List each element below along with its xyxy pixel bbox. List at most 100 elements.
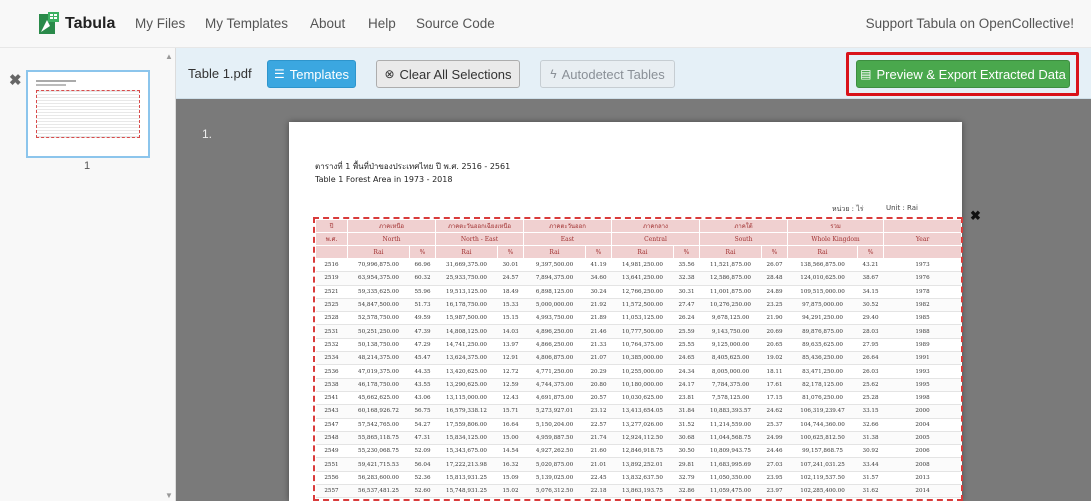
- brand-link[interactable]: Tabula: [38, 9, 115, 39]
- table-cell: 15,987,500.00: [435, 311, 498, 326]
- table-row: 2557 56,537,481.25 52.60 15,748,931.25 15.02…: [315, 484, 961, 499]
- table-cell: 6,898,125.00: [523, 285, 586, 299]
- table-cell: 2556: [315, 471, 348, 486]
- table-cell: 89,876,875.00: [787, 324, 858, 339]
- table-cell: 33.15: [857, 404, 884, 419]
- table-cell: 43.06: [409, 391, 436, 406]
- scroll-down-icon[interactable]: ▼: [165, 491, 173, 500]
- table-cell: 18.49: [497, 285, 524, 299]
- table-cell: 5,020,875.00: [523, 457, 586, 472]
- templates-button[interactable]: ☰ Templates: [267, 60, 356, 88]
- table-cell: 2541: [315, 391, 348, 406]
- table-cell: 15,813,931.25: [435, 471, 498, 486]
- pdf-page[interactable]: ตารางที่ 1 พื้นที่ป่าของประเทศไทย ปี พ.ศ…: [289, 122, 981, 501]
- table-cell: 102,119,537.50: [787, 471, 858, 486]
- table-cell: 20.69: [761, 324, 788, 339]
- table-cell: 12,924,112.50: [611, 431, 674, 446]
- table-cell: 15,748,931.25: [435, 484, 498, 499]
- table-cell: 15.09: [497, 471, 524, 486]
- document-viewer: 1. ตารางที่ 1 พื้นที่ป่าของประเทศไทย ปี …: [176, 99, 1091, 501]
- table-row: 2532 50,138,750.00 47.29 14,741,250.00 13.97…: [315, 338, 961, 353]
- table-cell: 29.81: [673, 457, 700, 472]
- thumbnail-preview: [32, 76, 144, 152]
- table-cell: 55.96: [409, 285, 436, 299]
- table-cell: 106,319,239.47: [787, 404, 858, 419]
- nav-support-opencollective[interactable]: Support Tabula on OpenCollective!: [866, 16, 1074, 31]
- table-cell: 21.60: [585, 444, 612, 459]
- table-cell: 13,624,375.00: [435, 351, 498, 366]
- page-number-label: 1.: [202, 127, 213, 141]
- nav-source-code[interactable]: Source Code: [416, 16, 495, 31]
- header-region: ภาคตะวันออก: [523, 219, 612, 233]
- clear-button-label: Clear All Selections: [399, 66, 512, 82]
- header-rai: Rai: [611, 245, 674, 259]
- table-cell: 12.91: [497, 351, 524, 366]
- table-cell: 15,834,125.00: [435, 431, 498, 446]
- table-cell: 25,933,750.00: [435, 271, 498, 286]
- table-cell: 102,285,400.00: [787, 484, 858, 499]
- header-blank: [883, 219, 961, 233]
- header-percent: %: [497, 245, 524, 259]
- table-row: 2547 57,542,765.00 54.27 17,559,806.00 16.64…: [315, 418, 961, 432]
- nav-my-templates[interactable]: My Templates: [205, 16, 288, 31]
- table-row: 2556 56,283,600.00 52.36 15,813,931.25 15.09…: [315, 471, 961, 486]
- table-cell: 1995: [883, 378, 961, 392]
- nav-help[interactable]: Help: [368, 16, 396, 31]
- table-cell: 20.65: [761, 338, 788, 353]
- table-cell: 52.60: [409, 484, 436, 499]
- header-region-en: South: [699, 232, 789, 246]
- table-cell: 59,421,715.53: [347, 457, 410, 472]
- table-cell: 13,277,026.00: [611, 418, 674, 432]
- table-cell: 27.03: [761, 457, 788, 472]
- clear-circle-icon: ⊗: [384, 67, 395, 81]
- templates-icon: ☰: [273, 67, 285, 81]
- table-cell: 25.59: [673, 324, 700, 339]
- table-cell: 9,397,500.00: [523, 258, 586, 273]
- table-cell: 10,255,000.00: [611, 364, 674, 379]
- table-body: 2516 70,996,875.00 66.96 31,669,375.00 30.01…: [315, 258, 961, 499]
- page-thumbnail[interactable]: [26, 70, 150, 158]
- table-cell: 2547: [315, 418, 348, 432]
- table-cell: 2536: [315, 364, 348, 379]
- close-icon[interactable]: ✖: [9, 71, 22, 89]
- table-cell: 43.55: [409, 378, 436, 392]
- table-cell: 82,178,125.00: [787, 378, 858, 392]
- thumbnail-page-number: 1: [84, 160, 91, 172]
- table-cell: 24.57: [497, 271, 524, 286]
- table-selection[interactable]: ปี ภาคเหนือ ภาคตะวันออกเฉียงเหนือ ภาคตะว…: [313, 217, 963, 501]
- table-cell: 32.66: [857, 418, 884, 432]
- document-toolbar: Table 1.pdf ☰ Templates ⊗ Clear All Sele…: [176, 48, 1091, 99]
- scroll-up-icon[interactable]: ▲: [165, 52, 173, 61]
- thumbnail-title-line: [36, 80, 76, 82]
- table-cell: 10,385,000.00: [611, 351, 674, 366]
- table-cell: 2543: [315, 404, 348, 419]
- table-cell: 2516: [315, 258, 348, 273]
- table-cell: 38.67: [857, 271, 884, 286]
- table-cell: 34.60: [585, 271, 612, 286]
- table-cell: 21.46: [585, 324, 612, 339]
- table-cell: 11,044,568.75: [699, 431, 762, 446]
- table-cell: 13,641,250.00: [611, 271, 674, 286]
- table-cell: 25.37: [761, 418, 788, 432]
- nav-my-files[interactable]: My Files: [135, 16, 185, 31]
- nav-about[interactable]: About: [310, 16, 345, 31]
- clear-all-selections-button[interactable]: ⊗ Clear All Selections: [376, 60, 520, 88]
- header-region-en: Central: [610, 232, 701, 246]
- table-cell: 30.31: [673, 285, 700, 299]
- table-row: 2534 48,214,375.00 45.47 13,624,375.00 12.91…: [315, 351, 961, 366]
- table-row: 2516 70,996,875.00 66.96 31,669,375.00 30.01…: [315, 258, 961, 273]
- table-cell: 1993: [883, 364, 961, 379]
- header-blank: [883, 245, 961, 259]
- table-cell: 26.07: [761, 258, 788, 273]
- table-cell: 33.44: [857, 457, 884, 472]
- remove-selection-icon[interactable]: ✖: [970, 208, 981, 224]
- autodetect-tables-button[interactable]: ϟ Autodetect Tables: [540, 60, 675, 88]
- table-cell: 24.99: [761, 431, 788, 446]
- table-cell: 25.55: [673, 338, 700, 353]
- header-region: ภาคเหนือ: [347, 219, 436, 233]
- table-cell: 81,076,250.00: [787, 391, 858, 406]
- table-cell: 56.04: [409, 457, 436, 472]
- table-cell: 26.03: [857, 364, 884, 379]
- table-cell: 15.33: [497, 298, 524, 313]
- table-cell: 15.00: [497, 431, 524, 446]
